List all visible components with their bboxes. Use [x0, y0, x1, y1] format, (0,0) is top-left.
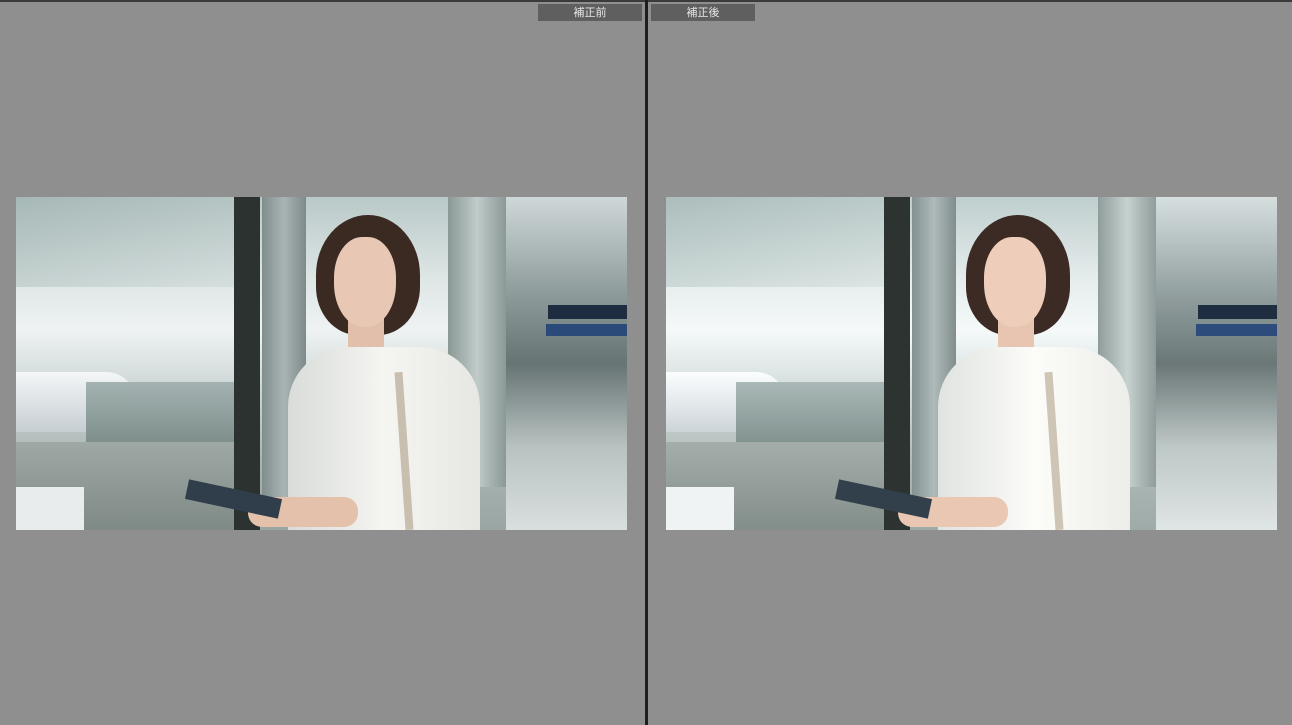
photo-shape-roof: [16, 197, 246, 287]
photo-shape-window-frame: [234, 197, 260, 530]
photo-shape-hall: [506, 197, 627, 530]
photo-shape-bridge: [86, 382, 246, 442]
photo-shape-sign: [1198, 305, 1277, 319]
before-photo: [16, 197, 627, 530]
photo-shape-roof: [666, 197, 896, 287]
photo-shape-cart: [666, 487, 734, 530]
after-pane: 補正後: [648, 2, 1292, 725]
photo-shape-sign: [548, 305, 627, 319]
after-photo: [666, 197, 1277, 530]
before-label: 補正前: [538, 4, 642, 21]
photo-shape-face: [334, 237, 396, 327]
photo-shape-face: [984, 237, 1046, 327]
photo-shape-window-frame: [884, 197, 910, 530]
photo-shape-cart: [16, 487, 84, 530]
after-label: 補正後: [651, 4, 755, 21]
photo-shape-hall: [1156, 197, 1277, 530]
photo-shape-sign2: [546, 324, 627, 336]
before-pane: 補正前: [0, 2, 645, 725]
photo-shape-sign2: [1196, 324, 1277, 336]
photo-shape-bridge: [736, 382, 896, 442]
